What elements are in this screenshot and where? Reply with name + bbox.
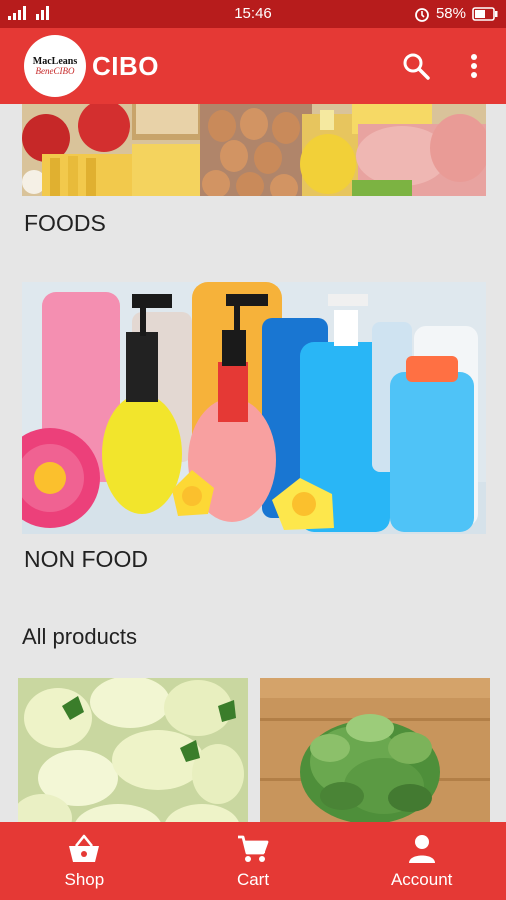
product-card[interactable] (260, 678, 490, 822)
nav-account[interactable]: Account (337, 822, 506, 900)
logo-text-top: MacLeans (32, 55, 78, 67)
non-food-category-card[interactable] (22, 282, 486, 534)
cart-icon (238, 835, 269, 862)
brand-logo[interactable]: MacLeans BeneCIBO (24, 35, 86, 97)
nav-cart[interactable]: Cart (169, 822, 338, 900)
non-food-photo (22, 282, 486, 534)
product-card[interactable] (18, 678, 248, 822)
foods-category-label[interactable]: FOODS (24, 210, 106, 237)
bottom-navigation: Shop Cart Account (0, 822, 506, 900)
alarm-icon (415, 7, 429, 22)
all-products-title: All products (22, 624, 137, 649)
search-icon[interactable] (400, 50, 432, 82)
logo-text-bottom: BeneCIBO (35, 65, 75, 76)
artichoke-photo (260, 678, 490, 822)
foods-photo (22, 104, 486, 196)
nav-account-label: Account (390, 870, 453, 889)
nav-cart-label: Cart (236, 870, 270, 889)
status-bar: 15:46 58% (0, 0, 506, 28)
nav-shop[interactable]: Shop (0, 822, 169, 900)
account-icon (408, 835, 435, 863)
battery-percentage: 58% (435, 5, 466, 22)
foods-category-card[interactable] (22, 104, 486, 196)
app-bar: MacLeans BeneCIBO CIBO (0, 28, 506, 104)
non-food-category-label[interactable]: NON FOOD (24, 546, 148, 573)
battery-icon (472, 6, 498, 21)
white-eggplants-photo (18, 678, 248, 822)
nav-shop-label: Shop (64, 870, 105, 889)
shopping-basket-icon (69, 834, 100, 862)
more-vert-icon[interactable] (462, 50, 486, 82)
main-content: FOODS NON FOOD All products (0, 104, 506, 822)
app-title: CIBO (92, 51, 159, 81)
